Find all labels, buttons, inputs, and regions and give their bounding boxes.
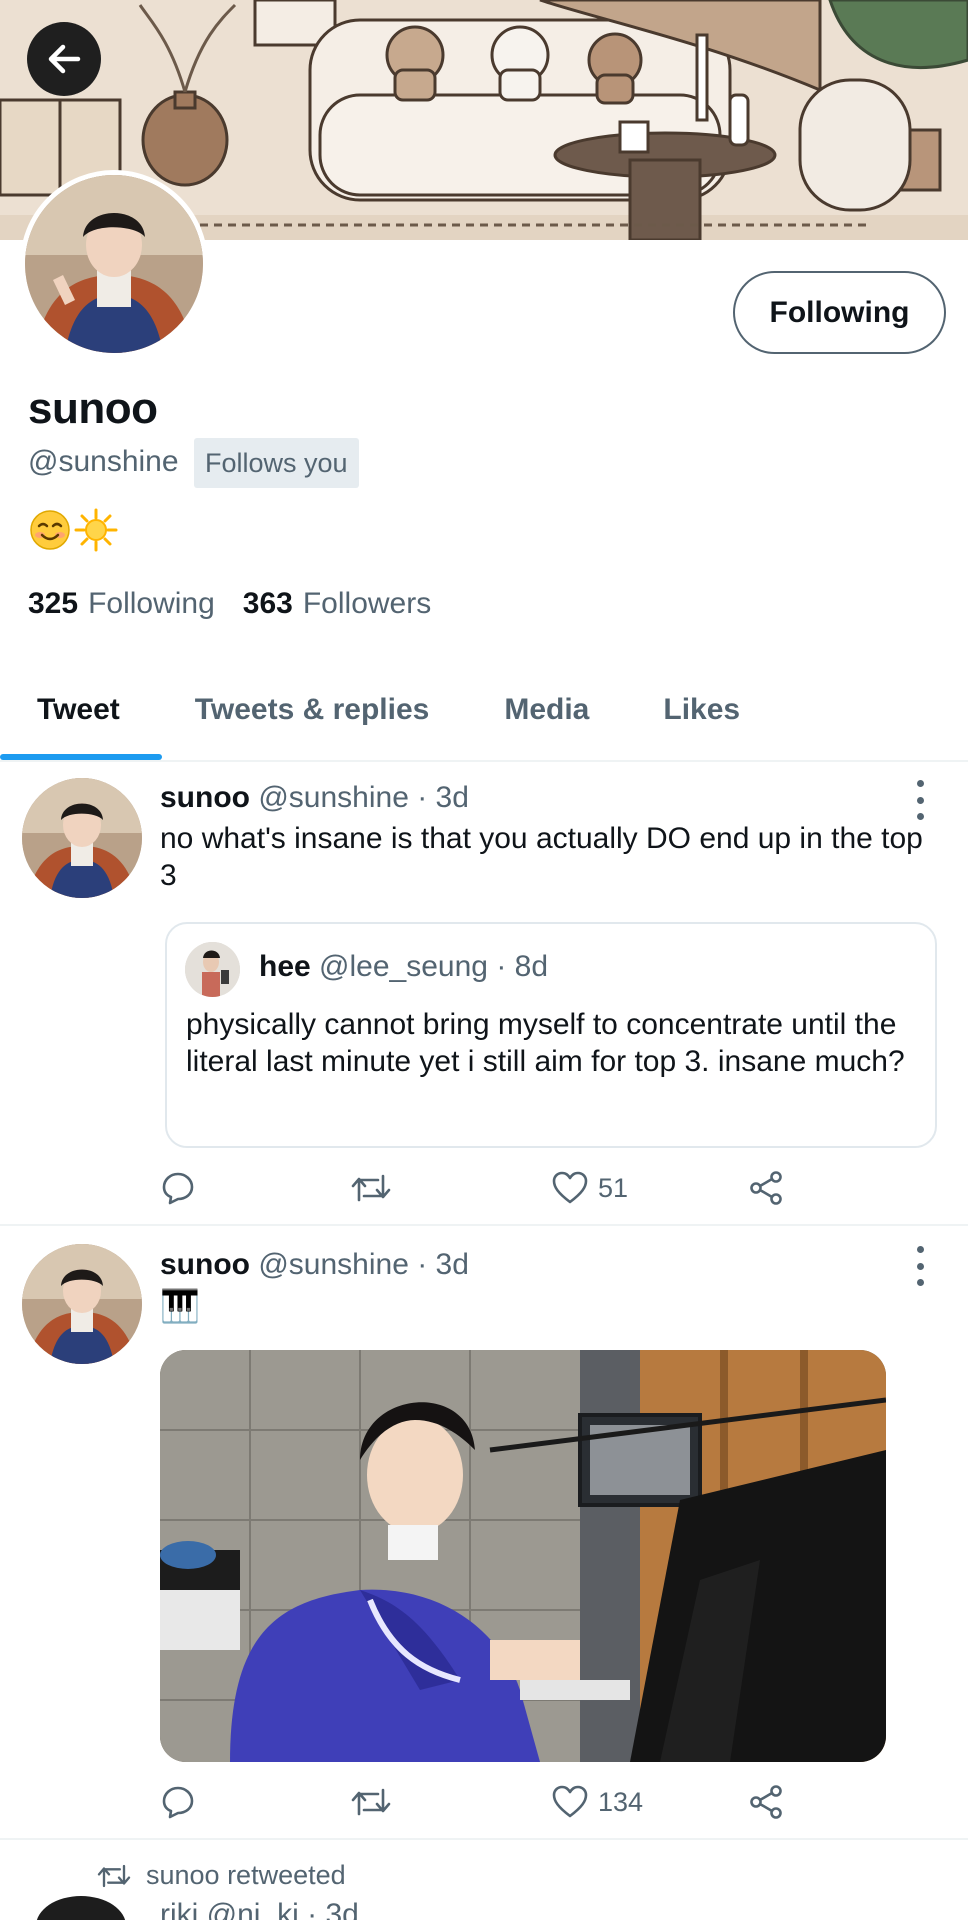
quoted-header: hee @lee_seung · 8d <box>259 950 548 984</box>
quoted-avatar <box>185 942 240 997</box>
profile-bio <box>28 508 118 552</box>
more-options-icon[interactable] <box>908 1246 932 1286</box>
tweet-time: · 3d <box>417 1248 469 1281</box>
tab-media[interactable]: Media <box>504 660 589 760</box>
retweet-button[interactable] <box>350 1168 392 1208</box>
profile-tabs: Tweet Tweets & replies Media Likes <box>0 660 968 760</box>
heart-icon <box>552 1171 588 1204</box>
profile-stats: 325 Following 363 Followers <box>28 587 431 621</box>
tweet-divider <box>0 1838 968 1840</box>
share-icon <box>750 1171 782 1205</box>
tweet-avatar[interactable] <box>36 1896 126 1920</box>
tabs-divider <box>0 760 968 762</box>
peek-tweet-header: riki @ni_ki · 3d <box>160 1898 359 1920</box>
avatar-image <box>22 1244 142 1364</box>
reply-button[interactable] <box>160 1168 196 1208</box>
retweet-indicator: sunoo retweeted <box>96 1860 346 1891</box>
tweet-actions: 134 <box>160 1782 800 1822</box>
bear-figure <box>385 25 445 102</box>
tweet-actions: 51 <box>160 1168 800 1208</box>
like-button[interactable]: 134 <box>552 1782 643 1822</box>
share-button[interactable] <box>748 1782 784 1822</box>
retweet-icon <box>351 1174 391 1202</box>
retweet-button[interactable] <box>350 1782 392 1822</box>
followers-label: Followers <box>302 587 432 620</box>
avatar-image <box>22 778 142 898</box>
tweet-header: sunoo @sunshine · 3d <box>160 781 469 815</box>
following-label: Following <box>88 587 215 620</box>
quoted-author-name: hee <box>259 950 311 983</box>
avatar-image <box>185 942 240 997</box>
like-button[interactable]: 51 <box>552 1168 628 1208</box>
arrow-left-icon <box>48 44 81 74</box>
back-button[interactable] <box>27 22 101 96</box>
retweet-icon <box>351 1788 391 1816</box>
profile-handle: @sunshine <box>28 445 179 478</box>
tab-tweet[interactable]: Tweet <box>37 660 120 760</box>
quoted-time: · 8d <box>496 950 549 983</box>
tweet-text: no what's insane is that you actually DO… <box>160 822 923 892</box>
smiling-face-icon <box>30 510 70 550</box>
piano-photo <box>160 1350 886 1762</box>
like-count: 134 <box>598 1786 644 1817</box>
reply-icon <box>162 1172 194 1205</box>
more-options-icon[interactable] <box>908 780 932 820</box>
tweet-avatar[interactable] <box>22 778 142 898</box>
tab-likes[interactable]: Likes <box>663 660 740 760</box>
follows-you-badge: Follows you <box>194 438 359 488</box>
quoted-text: physically cannot bring myself to concen… <box>186 1008 905 1078</box>
profile-name: sunoo <box>28 384 158 433</box>
quoted-tweet[interactable]: hee @lee_seung · 8d physically cannot br… <box>165 922 937 1148</box>
profile-avatar[interactable] <box>20 170 208 358</box>
retweet-icon <box>97 1864 131 1887</box>
tweet-author-handle: @sunshine <box>258 1248 409 1281</box>
heart-icon <box>552 1785 588 1818</box>
tweet-header: sunoo @sunshine · 3d <box>160 1248 469 1282</box>
share-button[interactable] <box>748 1168 784 1208</box>
quoted-author-handle: @lee_seung <box>319 950 488 983</box>
tweet-avatar[interactable] <box>22 1244 142 1364</box>
following-button[interactable]: Following <box>733 271 946 354</box>
retweet-label: sunoo retweeted <box>146 1860 346 1890</box>
sun-icon <box>74 508 118 552</box>
share-icon <box>750 1785 782 1819</box>
tweet-divider <box>0 1224 968 1226</box>
tweet-author-handle: @sunshine <box>258 781 409 814</box>
followers-count: 363 <box>242 587 293 620</box>
like-count: 51 <box>598 1172 629 1203</box>
following-stat[interactable]: 325 Following <box>28 587 215 621</box>
tab-tweets-and-replies[interactable]: Tweets & replies <box>195 660 430 760</box>
tweet-text: 🎹 <box>160 1288 200 1324</box>
tweet-media-photo[interactable] <box>160 1350 886 1762</box>
following-count: 325 <box>28 587 79 620</box>
reply-button[interactable] <box>160 1782 196 1822</box>
tweet-author-name[interactable]: sunoo <box>160 781 250 814</box>
followers-stat[interactable]: 363 Followers <box>243 587 431 621</box>
avatar-image <box>25 175 203 353</box>
tweet-author-name[interactable]: sunoo <box>160 1248 250 1281</box>
tweet-time: · 3d <box>417 781 469 814</box>
reply-icon <box>162 1786 194 1819</box>
